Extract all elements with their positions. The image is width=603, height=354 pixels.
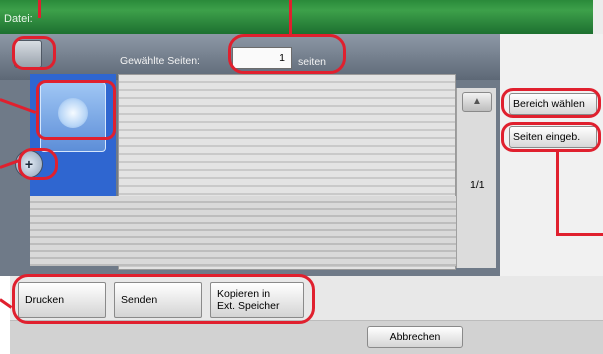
enter-pages-button[interactable]: Seiten eingeb. (509, 126, 597, 148)
footer-bar (10, 320, 603, 354)
page-count: 1/1 (470, 179, 485, 191)
header-bar: Datei: (0, 0, 593, 34)
side-panel (500, 34, 603, 276)
selected-pages-label: Gewählte Seiten: (120, 55, 200, 67)
zoom-icon[interactable]: + (15, 150, 43, 178)
select-range-button[interactable]: Bereich wählen (509, 93, 597, 115)
selected-pages-field: 1 (232, 47, 292, 69)
file-label: Datei: (4, 13, 33, 25)
document-thumbnail-icon (58, 98, 88, 128)
scroll-up-icon[interactable]: ▲ (462, 92, 492, 112)
checkbox-icon[interactable] (14, 40, 42, 68)
copy-external-button[interactable]: Kopieren in Ext. Speicher (210, 282, 304, 318)
page-preview-lower (30, 196, 456, 266)
send-button[interactable]: Senden (114, 282, 202, 318)
scroll-column (456, 88, 496, 268)
print-button[interactable]: Drucken (18, 282, 106, 318)
cancel-button[interactable]: Abbrechen (367, 326, 463, 348)
pages-unit-label: seiten (298, 56, 327, 68)
